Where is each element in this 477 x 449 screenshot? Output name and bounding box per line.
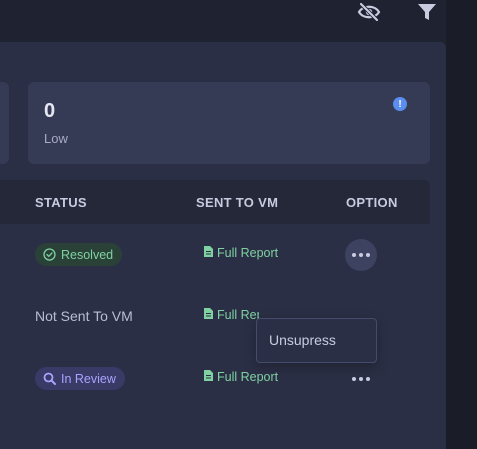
full-report-label: Full Report	[217, 308, 259, 322]
search-icon	[43, 372, 56, 385]
status-label: Resolved	[61, 247, 114, 262]
more-horizontal-icon	[352, 377, 370, 381]
full-report-label: Full Report	[217, 246, 279, 260]
file-icon	[204, 308, 213, 322]
eye-slash-icon[interactable]	[356, 0, 382, 24]
full-report-link[interactable]: Full Report	[204, 370, 278, 384]
column-header-sent-to-vm[interactable]: SENT TO VM	[196, 195, 278, 210]
file-icon	[204, 246, 213, 260]
stat-card-partial	[0, 82, 9, 164]
table-header: STATUS SENT TO VM OPTION	[0, 180, 430, 224]
findings-panel: 0 Low ! STATUS SENT TO VM OPTION Resolve…	[0, 42, 446, 449]
info-icon[interactable]: !	[393, 97, 407, 111]
status-text: Not Sent To VM	[35, 308, 133, 324]
stat-value-low: 0	[44, 100, 56, 122]
column-header-option: OPTION	[346, 195, 398, 210]
status-badge-resolved: Resolved	[35, 243, 123, 266]
more-options-button[interactable]	[345, 239, 377, 271]
full-report-label: Full Report	[217, 370, 279, 384]
file-icon	[204, 370, 213, 384]
status-label: In Review	[61, 371, 116, 386]
full-report-link[interactable]: Full Report	[204, 308, 259, 322]
table-row: Resolved Full Report	[0, 224, 430, 286]
stat-card-low: 0 Low !	[28, 82, 430, 164]
more-options-button[interactable]	[345, 363, 377, 395]
full-report-link[interactable]: Full Report	[204, 246, 278, 260]
menu-item-unsupress[interactable]: Unsupress	[257, 319, 376, 362]
check-circle-icon	[43, 248, 56, 261]
right-scroll-strip	[446, 0, 477, 449]
options-dropdown-menu: Unsupress	[256, 318, 377, 363]
more-horizontal-icon	[352, 253, 370, 257]
column-header-status[interactable]: STATUS	[35, 195, 87, 210]
stat-label-low: Low	[44, 131, 68, 146]
filter-icon[interactable]	[414, 0, 440, 24]
status-badge-in-review: In Review	[35, 367, 125, 390]
top-toolbar	[0, 0, 477, 42]
